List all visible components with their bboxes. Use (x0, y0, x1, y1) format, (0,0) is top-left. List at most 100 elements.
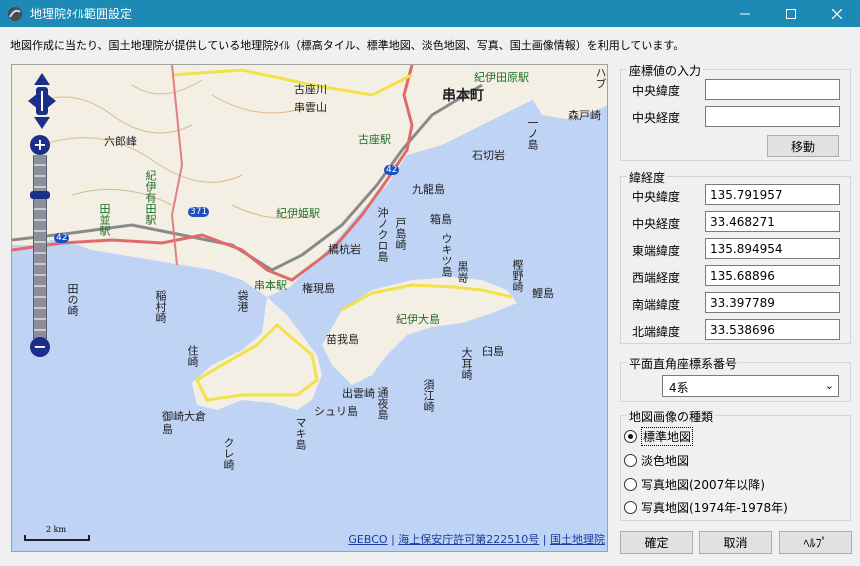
latlon-label-center-lat: 中央緯度 (632, 190, 681, 204)
image-type-legend: 地図画像の種類 (627, 408, 716, 425)
map-label-kunishima: 九龍島 (412, 183, 445, 196)
map-label-kurosaki: 黒嵜 (456, 261, 469, 283)
map-label-suezaki: 須江崎 (422, 379, 435, 412)
radio-label-photo-2007: 写真地図(2007年以降) (641, 478, 765, 492)
description-text: 地図作成に当たり、国土地理院が提供している地理院ﾀｲﾙ（標高タイル、標準地図、淡… (10, 39, 685, 52)
map-label-koishima: 鯉島 (532, 287, 554, 300)
latlon-label-north: 北端緯度 (632, 325, 681, 339)
map-label-kii-arita: 紀伊有田駅 (144, 170, 157, 225)
map-label-oomimi: 大耳崎 (460, 347, 473, 380)
plane-coord-select[interactable]: 4系 ⌄ (662, 375, 839, 397)
latlon-value-center-lat[interactable]: 135.791957 (705, 184, 840, 205)
radio-dot-selected (624, 430, 637, 443)
route-42-shield: 42 (384, 165, 400, 175)
permit-link[interactable]: 海上保安庁許可第222510号 (398, 533, 539, 546)
map-label-tanosaki: 田の崎 (66, 283, 79, 316)
center-lon-label: 中央経度 (632, 111, 681, 125)
center-lat-label: 中央緯度 (632, 84, 681, 98)
map-label-izumo: 出雲崎 (342, 387, 375, 400)
map-label-ukitsu: ウキツ島 (440, 233, 453, 277)
radio-photo-1974[interactable]: 写真地図(1974年-1978年) (624, 499, 788, 516)
radio-pale-map[interactable]: 淡色地図 (624, 452, 689, 469)
map-label-usushima: 臼島 (482, 345, 504, 358)
gebco-link[interactable]: GEBCO (348, 533, 387, 546)
map-label-kashino: 樫野崎 (511, 259, 524, 292)
map-label-kushimoto: 串本町 (442, 88, 484, 104)
map-label-okinokuroshima: 沖ノクロ島 (376, 207, 389, 262)
zoom-slider-track[interactable] (33, 155, 47, 339)
plane-coord-legend: 平面直角座標系番号 (627, 355, 740, 372)
latlon-label-west: 西端経度 (632, 271, 681, 285)
map-label-kozagawa: 古座川 (294, 83, 327, 96)
map-label-shimokozagawa: 串雲山 (294, 101, 327, 114)
radio-standard-map[interactable]: 標準地図 (624, 427, 694, 446)
map-label-koza-station: 古座駅 (358, 133, 391, 146)
radio-label-pale-map: 淡色地図 (641, 454, 690, 468)
map-label-inamura: 稲村崎 (154, 290, 167, 323)
pan-arrows-icon (28, 73, 56, 129)
center-lon-input[interactable] (705, 106, 840, 127)
scale-bar-label: 2 km (46, 525, 67, 534)
map-label-kiihime: 紀伊姫駅 (276, 207, 320, 220)
zoom-slider-thumb[interactable] (30, 191, 50, 199)
radio-photo-2007[interactable]: 写真地図(2007年以降) (624, 476, 765, 493)
map-attribution: GEBCO | 海上保安庁許可第222510号 | 国土地理院 (348, 531, 605, 547)
latlon-value-south[interactable]: 33.397789 (705, 292, 840, 313)
route-371-shield: 371 (188, 207, 210, 217)
map-label-hashikui: 橋杭岩 (328, 243, 361, 256)
center-lat-input[interactable] (705, 79, 840, 100)
latlon-label-center-lon: 中央経度 (632, 217, 681, 231)
window-title: 地理院ﾀｲﾙ範囲設定 (30, 7, 133, 21)
maximize-icon (786, 8, 796, 19)
plus-icon: + (33, 135, 47, 154)
map-label-makishima: マキ島 (294, 417, 307, 450)
zoom-control[interactable]: + − (30, 135, 50, 357)
latlon-label-south: 南端緯度 (632, 298, 681, 312)
map-label-tokarishima: 戸島崎 (394, 217, 407, 250)
close-button[interactable] (814, 0, 860, 27)
minus-icon: − (33, 337, 47, 356)
radio-label-photo-1974: 写真地図(1974年-1978年) (641, 501, 788, 515)
map-label-nakagami: 苗我島 (326, 333, 359, 346)
title-bar: 地理院ﾀｲﾙ範囲設定 (0, 0, 860, 27)
scale-bar-line (24, 535, 90, 541)
latlon-value-north[interactable]: 33.538696 (705, 319, 840, 340)
map-label-sabaura: 袋港 (236, 290, 249, 312)
map-view[interactable]: 串本町 紀伊田原駅 ハブ 森戸崎 古座駅 古座川 串雲山 一ノ島 石切岩 九龍島… (11, 64, 608, 552)
app-icon (8, 6, 22, 21)
map-label-kii-oshima: 紀伊大島 (396, 313, 440, 326)
map-label-kii-tahara: 紀伊田原駅 (474, 71, 529, 84)
coord-input-legend: 座標値の入力 (627, 62, 704, 79)
cancel-button[interactable]: 取消 (699, 531, 772, 554)
zoom-out-button[interactable]: − (30, 337, 50, 357)
ok-button[interactable]: 確定 (620, 531, 693, 554)
maximize-button[interactable] (768, 0, 814, 27)
map-label-shurijima: シュリ島 (314, 405, 358, 418)
radio-dot (624, 454, 637, 467)
close-icon (832, 8, 842, 19)
latlon-legend: 緯経度 (627, 169, 668, 186)
radio-label-standard-map: 標準地図 (641, 427, 694, 446)
peninsula-land (192, 297, 322, 410)
map-label-ishikiriiwa: 石切岩 (472, 149, 505, 162)
radio-dot (624, 478, 637, 491)
minimize-button[interactable] (722, 0, 768, 27)
zoom-in-button[interactable]: + (30, 135, 50, 155)
map-label-hakoshima: 箱島 (430, 213, 452, 226)
map-label-sumi: 住崎 (186, 345, 199, 367)
minimize-icon (740, 13, 750, 14)
map-label-oshima-tip: ハブ (594, 67, 607, 89)
map-label-kayokawa: 通夜島 (376, 387, 389, 420)
help-button[interactable]: ﾍﾙﾌﾟ (779, 531, 852, 554)
latlon-value-center-lon[interactable]: 33.468271 (705, 211, 840, 232)
latlon-label-east: 東端緯度 (632, 244, 681, 258)
latlon-value-west[interactable]: 135.68896 (705, 265, 840, 286)
move-button[interactable]: 移動 (767, 135, 839, 157)
latlon-value-east[interactable]: 135.894954 (705, 238, 840, 259)
chevron-down-icon: ⌄ (824, 379, 834, 392)
scale-bar: 2 km (24, 525, 90, 541)
pan-control[interactable] (26, 71, 58, 131)
map-label-kushimoto-station: 串本駅 (254, 279, 287, 292)
gsi-link[interactable]: 国土地理院 (550, 533, 605, 546)
map-label-ookurashima: 御崎大倉島 (162, 410, 206, 436)
